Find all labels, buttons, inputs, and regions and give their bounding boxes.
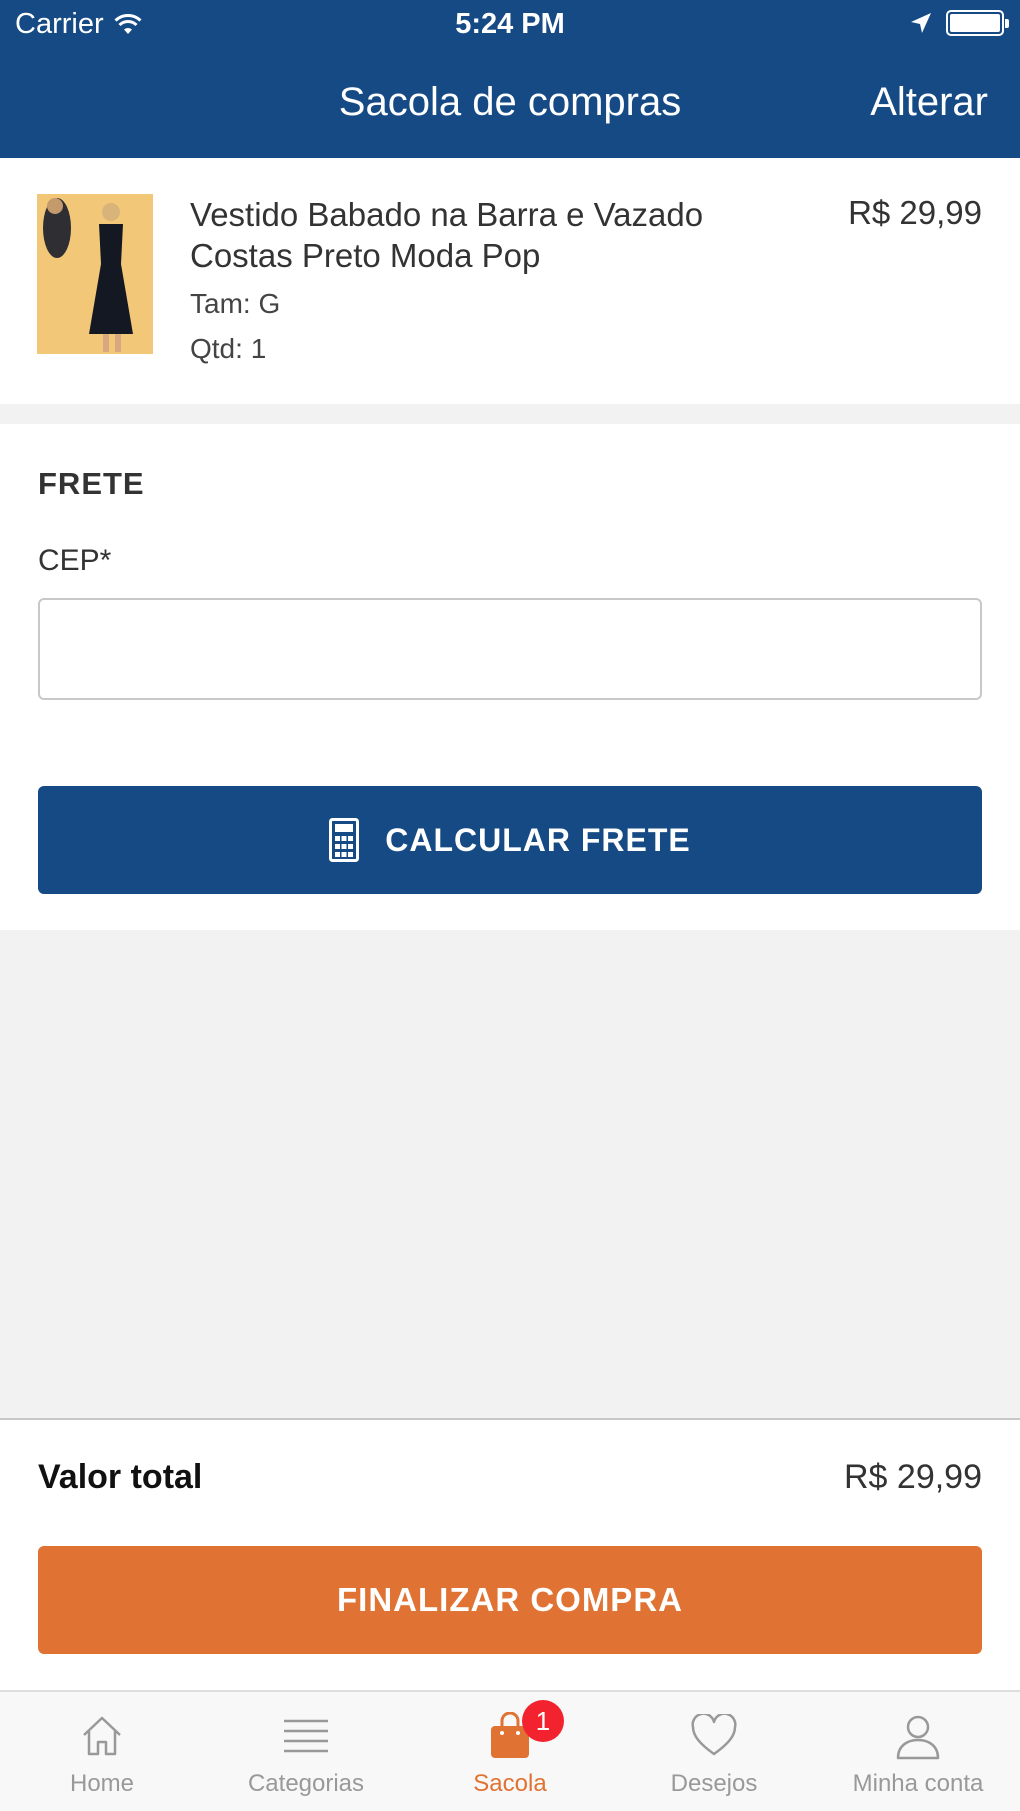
calculate-shipping-button[interactable]: CALCULAR FRETE: [38, 786, 982, 894]
total-value: R$ 29,99: [844, 1458, 982, 1496]
person-icon: [896, 1715, 940, 1760]
order-summary: Valor total R$ 29,99 FINALIZAR COMPRA: [0, 1418, 1020, 1690]
tab-sacola[interactable]: 1 Sacola: [408, 1692, 612, 1811]
tab-categorias[interactable]: Categorias: [204, 1692, 408, 1811]
navigation-bar: Carrier 5:24 PM Sacola de compras Altera…: [0, 0, 1020, 158]
status-time: 5:24 PM: [455, 8, 565, 40]
cep-label: CEP*: [38, 544, 112, 577]
calculate-shipping-label: CALCULAR FRETE: [385, 821, 691, 858]
tab-desejos[interactable]: Desejos: [612, 1692, 816, 1811]
tab-bar: Home Categorias 1 Sacola Desejos Minha c…: [0, 1690, 1020, 1811]
home-icon: [83, 1716, 121, 1756]
status-bar: Carrier 5:24 PM: [0, 0, 1020, 52]
battery-icon: [946, 10, 1009, 36]
status-indicators: [910, 10, 1009, 36]
product-name[interactable]: Vestido Babado na Barra e Vazado Costas …: [190, 194, 790, 276]
tab-sacola-label: Sacola: [473, 1770, 547, 1797]
tab-home-label: Home: [69, 1770, 135, 1797]
shipping-title: FRETE: [38, 466, 145, 501]
product-size: Tam: G: [190, 288, 281, 319]
tab-desejos-label: Desejos: [670, 1770, 758, 1797]
cart-item[interactable]: Vestido Babado na Barra e Vazado Costas …: [0, 158, 1020, 404]
product-quantity: Qtd: 1: [190, 333, 267, 364]
tab-home[interactable]: Home: [0, 1692, 204, 1811]
tab-minha-conta[interactable]: Minha conta: [816, 1692, 1020, 1811]
checkout-button[interactable]: FINALIZAR COMPRA: [38, 1546, 982, 1654]
heart-icon: [691, 1714, 737, 1756]
cep-input[interactable]: [38, 598, 982, 700]
product-image[interactable]: [37, 194, 153, 354]
edit-button[interactable]: Alterar: [870, 80, 988, 125]
tab-categorias-label: Categorias: [247, 1770, 365, 1797]
page-title: Sacola de compras: [338, 80, 682, 124]
cart-count-badge: 1: [522, 1700, 564, 1742]
tab-minha-conta-label: Minha conta: [852, 1770, 984, 1797]
product-price: R$ 29,99: [848, 194, 982, 231]
list-icon: [284, 1719, 328, 1753]
shipping-section: FRETE CEP* CALCULAR FRETE: [0, 424, 1020, 930]
calculator-icon: [329, 818, 360, 862]
total-label: Valor total: [38, 1458, 203, 1496]
location-arrow-icon: [911, 13, 931, 33]
